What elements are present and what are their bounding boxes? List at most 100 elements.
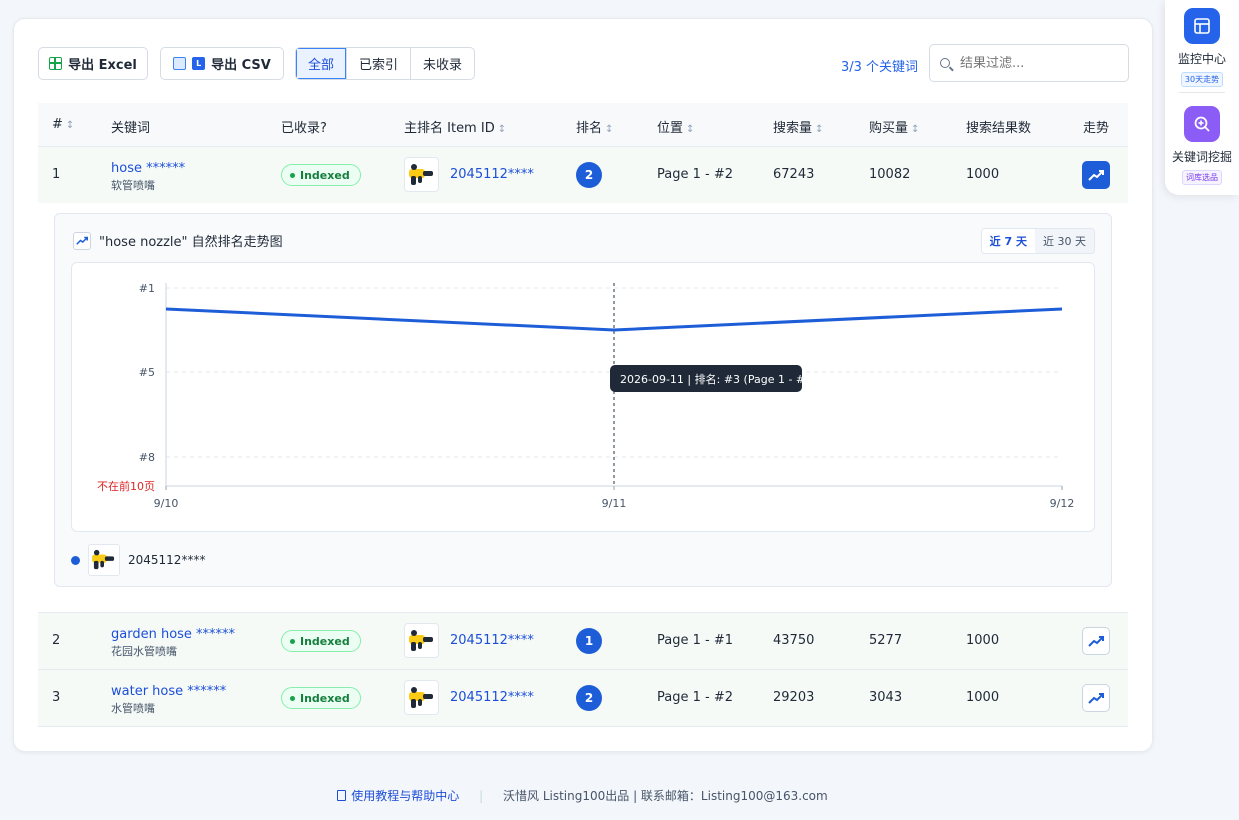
- trend-icon: [1088, 693, 1104, 704]
- sidebar-item-monitor[interactable]: 监控中心 30天走势: [1165, 8, 1239, 87]
- product-thumbnail[interactable]: [404, 157, 439, 192]
- position-cell: Page 1 - #2: [657, 690, 733, 705]
- x-tick-label: 9/10: [154, 497, 179, 510]
- toolbar: 导出 Excel L 导出 CSV 全部 已索引 未收录 3/3 个关键词: [38, 44, 1129, 82]
- footer-separator: |: [479, 789, 484, 803]
- status-badge: Indexed: [281, 164, 361, 186]
- product-thumbnail[interactable]: [404, 623, 439, 658]
- legend-thumbnail: [88, 544, 120, 576]
- keyword-translation: 花园水管喷嘴: [111, 645, 177, 658]
- keyword-count: 3/3 个关键词: [841, 60, 919, 75]
- keyword-cell: garden hose ****** 花园水管喷嘴: [111, 627, 235, 659]
- table-row: 2 garden hose ****** 花园水管喷嘴 Indexed 2045…: [38, 613, 1128, 670]
- keyword-link[interactable]: garden hose ******: [111, 627, 235, 642]
- footer-credit: 沃惜风 Listing100出品 | 联系邮箱：Listing100@163.c…: [503, 789, 828, 803]
- row-index: 1: [52, 167, 61, 182]
- legend-label: 2045112****: [128, 553, 206, 567]
- y-tick-label: #1: [139, 282, 155, 295]
- results-card: 导出 Excel L 导出 CSV 全部 已索引 未收录 3/3 个关键词 #↕…: [13, 18, 1153, 752]
- sidebar-item-keyword-mining[interactable]: 关键词挖掘 词库选品: [1165, 106, 1239, 185]
- purchase-volume-cell: 5277: [869, 633, 903, 648]
- trend-button[interactable]: [1082, 684, 1110, 712]
- export-excel-button[interactable]: 导出 Excel: [38, 47, 148, 80]
- trend-title: "hose nozzle" 自然排名走势图: [73, 231, 283, 250]
- sort-icon: ↕: [65, 120, 75, 131]
- keyword-translation: 水管喷嘴: [111, 702, 155, 715]
- status-badge: Indexed: [281, 630, 361, 652]
- search-volume-cell: 43750: [773, 633, 815, 648]
- rank-badge: 1: [576, 628, 602, 654]
- trend-button[interactable]: [1082, 627, 1110, 655]
- status-badge: Indexed: [281, 687, 361, 709]
- x-tick-label: 9/12: [1050, 497, 1075, 510]
- col-rank[interactable]: 排名 ↕: [576, 117, 613, 136]
- sort-icon: ↕: [911, 124, 920, 135]
- col-index[interactable]: # ↕: [52, 117, 74, 132]
- range-selector: 近 7 天 近 30 天: [980, 228, 1095, 254]
- legend-dot: [71, 555, 80, 565]
- position-cell: Page 1 - #2: [657, 167, 733, 182]
- item-id-link[interactable]: 2045112****: [450, 633, 534, 648]
- range-7-days[interactable]: 近 7 天: [981, 229, 1035, 253]
- trend-icon: [73, 231, 91, 250]
- table-header: # ↕ 关键词 已收录? 主排名 Item ID ↕ 排名 ↕ 位置 ↕ 搜索量 ↕ 购买…: [38, 103, 1128, 147]
- col-results: 搜索结果数: [966, 121, 1032, 136]
- product-thumbnail[interactable]: [404, 680, 439, 715]
- rank-trend-chart: #1 #5 #8 不在前10页 9/10 9/11 9/12 2026-09-11 | 排名:…: [71, 262, 1095, 532]
- sidebar-item-tag: 30天走势: [1180, 72, 1224, 87]
- row-index: 2: [52, 633, 61, 648]
- keyword-link[interactable]: water hose ******: [111, 684, 226, 699]
- sidebar-divider: [1179, 92, 1225, 93]
- row-index: 3: [52, 690, 61, 705]
- purchase-volume-cell: 10082: [869, 167, 911, 182]
- rank-badge: 2: [576, 162, 602, 188]
- trend-panel-row: "hose nozzle" 自然排名走势图 近 7 天 近 30 天 #1 #5 #…: [38, 203, 1128, 613]
- item-id-link[interactable]: 2045112****: [450, 167, 534, 182]
- col-position[interactable]: 位置 ↕: [657, 117, 694, 136]
- zoom-search-icon: [1184, 106, 1220, 142]
- book-icon: [337, 790, 347, 801]
- footer: 使用教程与帮助中心 | 沃惜风 Listing100出品 | 联系邮箱：List…: [0, 787, 1165, 804]
- col-purchase-volume[interactable]: 购买量 ↕: [869, 117, 919, 136]
- table-row: 1 hose ****** 软管喷嘴 Indexed 2045112**** 2…: [38, 147, 1128, 204]
- y-tick-label: #5: [139, 366, 155, 379]
- side-panel: 监控中心 30天走势 关键词挖掘 词库选品: [1165, 0, 1239, 195]
- results-cell: 1000: [966, 633, 1000, 648]
- keyword-link[interactable]: hose ******: [111, 161, 185, 176]
- result-filter-field[interactable]: [929, 44, 1129, 82]
- file-icon: [173, 57, 187, 70]
- filter-not-indexed[interactable]: 未收录: [411, 48, 474, 79]
- sidebar-item-tag: 词库选品: [1182, 170, 1222, 185]
- table-row: 3 water hose ****** 水管喷嘴 Indexed 2045112…: [38, 670, 1128, 727]
- filter-segment: 全部 已索引 未收录: [295, 47, 476, 80]
- sort-icon: ↕: [815, 124, 824, 135]
- csv-icon: L: [192, 57, 206, 70]
- results-cell: 1000: [966, 167, 1000, 182]
- keyword-cell: water hose ****** 水管喷嘴: [111, 684, 226, 716]
- filter-all[interactable]: 全部: [296, 48, 348, 79]
- filter-indexed[interactable]: 已索引: [347, 48, 412, 79]
- result-filter-input[interactable]: [960, 55, 1110, 71]
- col-keyword: 关键词: [111, 121, 151, 136]
- y-tick-label: #8: [139, 451, 155, 464]
- help-link[interactable]: 使用教程与帮助中心: [337, 789, 459, 803]
- range-30-days[interactable]: 近 30 天: [1035, 229, 1094, 253]
- search-volume-cell: 67243: [773, 167, 815, 182]
- chart-legend: 2045112****: [71, 544, 205, 576]
- trend-icon: [1088, 170, 1104, 181]
- trend-panel: "hose nozzle" 自然排名走势图 近 7 天 近 30 天 #1 #5 #…: [54, 213, 1112, 587]
- col-item-id[interactable]: 主排名 Item ID ↕: [404, 117, 506, 136]
- export-csv-button[interactable]: L 导出 CSV: [160, 47, 284, 80]
- item-id-link[interactable]: 2045112****: [450, 690, 534, 705]
- y-tick-label: 不在前10页: [97, 479, 155, 493]
- keyword-cell: hose ****** 软管喷嘴: [111, 161, 185, 193]
- search-icon: [940, 58, 950, 68]
- sort-icon: ↕: [686, 124, 695, 135]
- keyword-translation: 软管喷嘴: [111, 179, 155, 192]
- trend-button[interactable]: [1082, 161, 1110, 189]
- rank-badge: 2: [576, 685, 602, 711]
- x-tick-label: 9/11: [602, 497, 627, 510]
- purchase-volume-cell: 3043: [869, 690, 903, 705]
- col-search-volume[interactable]: 搜索量 ↕: [773, 117, 823, 136]
- col-indexed: 已收录?: [281, 121, 327, 136]
